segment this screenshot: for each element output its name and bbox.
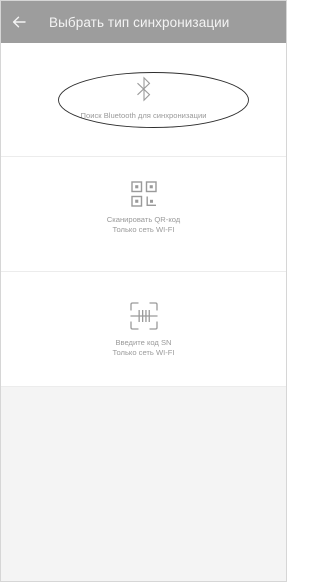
qr-option-labels: Сканировать QR-код Только сеть WI-FI (1, 215, 286, 234)
sn-option-subtitle: Только сеть WI-FI (112, 347, 175, 357)
qr-option-subtitle: Только сеть WI-FI (112, 224, 175, 234)
empty-background (1, 388, 286, 581)
highlight-oval (58, 72, 249, 128)
app-header: Выбрать тип синхронизации (1, 1, 286, 43)
sync-options-list: Поиск Bluetooth для синхронизации Сканир… (1, 43, 286, 387)
bluetooth-sync-option[interactable]: Поиск Bluetooth для синхронизации (1, 43, 286, 157)
arrow-left-icon (12, 16, 26, 28)
qr-option-title: Сканировать QR-код (106, 215, 181, 224)
sn-code-sync-option[interactable]: Введите код SN Только сеть WI-FI (1, 272, 286, 387)
barcode-scan-icon (129, 302, 158, 330)
sn-option-title: Введите код SN (115, 338, 172, 347)
qr-code-sync-option[interactable]: Сканировать QR-код Только сеть WI-FI (1, 157, 286, 272)
qr-code-icon (130, 181, 157, 207)
phone-screen: Выбрать тип синхронизации Поиск Bluetoot… (0, 0, 287, 582)
page-title: Выбрать тип синхронизации (49, 14, 230, 30)
back-button[interactable] (3, 1, 35, 43)
sn-option-labels: Введите код SN Только сеть WI-FI (1, 338, 286, 357)
